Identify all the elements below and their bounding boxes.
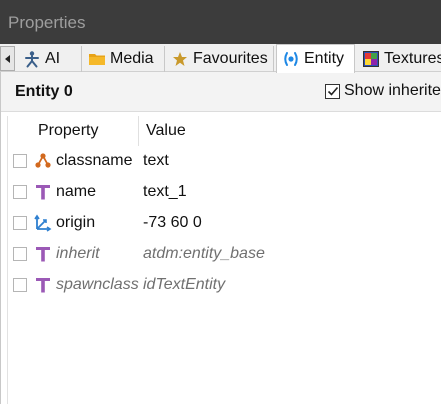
folder-icon [88, 50, 106, 68]
property-name: classname [56, 152, 133, 169]
entity-inspector: Entity 0 Show inherited Property Value c… [0, 72, 441, 404]
table-row[interactable]: origin -73 60 0 [8, 208, 441, 239]
row-checkbox[interactable] [13, 216, 27, 230]
row-checkbox[interactable] [13, 154, 27, 168]
table-row[interactable]: inherit atdm:entity_base [8, 239, 441, 270]
tab-label: Media [110, 50, 154, 67]
tab-textures[interactable]: Textures [357, 46, 441, 72]
tab-scroll-left-button[interactable] [0, 46, 15, 71]
text-type-icon [34, 276, 52, 294]
tab-strip: AI Media Favourites Entity Textures [0, 44, 441, 73]
property-value[interactable]: atdm:entity_base [143, 245, 265, 263]
vector-axes-icon [34, 214, 52, 232]
table-row[interactable]: name text_1 [8, 177, 441, 208]
text-type-icon [34, 245, 52, 263]
checkmark-icon [327, 86, 338, 96]
row-checkbox[interactable] [13, 185, 27, 199]
star-icon [171, 50, 189, 68]
table-row[interactable]: spawnclass idTextEntity [8, 270, 441, 301]
text-type-icon [34, 183, 52, 201]
property-value[interactable]: text [143, 152, 169, 170]
tab-entity[interactable]: Entity [276, 44, 355, 73]
property-name: inherit [56, 245, 100, 262]
ai-figure-icon [23, 50, 41, 68]
tab-label: AI [45, 50, 61, 67]
tab-media[interactable]: Media [83, 46, 165, 72]
property-value[interactable]: text_1 [143, 183, 187, 201]
table-row[interactable]: classname text [8, 146, 441, 177]
panel-title: Properties [8, 13, 86, 32]
column-header-value[interactable]: Value [138, 116, 441, 146]
row-checkbox[interactable] [13, 278, 27, 292]
column-header-label: Value [146, 122, 186, 139]
property-value[interactable]: -73 60 0 [143, 214, 202, 232]
entity-header: Entity 0 Show inherited [1, 72, 441, 112]
panel-title-bar: Properties [0, 0, 441, 44]
row-checkbox[interactable] [13, 247, 27, 261]
show-inherited-toggle[interactable]: Show inherited [325, 82, 441, 100]
property-value[interactable]: idTextEntity [143, 276, 225, 294]
textures-icon [362, 50, 380, 68]
property-name: origin [56, 214, 96, 231]
column-header-label: Property [38, 122, 99, 139]
tab-label: Entity [304, 50, 345, 67]
tab-ai[interactable]: AI [18, 46, 82, 72]
entity-icon [282, 50, 300, 68]
column-header-property[interactable]: Property [30, 116, 138, 146]
entity-title: Entity 0 [15, 83, 73, 100]
property-table: Property Value classname text name text_… [7, 116, 441, 404]
tab-favourites[interactable]: Favourites [166, 46, 274, 72]
property-name: spawnclass [56, 276, 139, 293]
classname-icon [34, 152, 52, 170]
left-arrow-icon [5, 54, 10, 63]
tab-label: Favourites [193, 50, 268, 67]
property-name: name [56, 183, 97, 200]
show-inherited-checkbox[interactable] [325, 83, 340, 99]
show-inherited-label: Show inherited [344, 82, 441, 99]
tab-label: Textures [384, 50, 441, 67]
